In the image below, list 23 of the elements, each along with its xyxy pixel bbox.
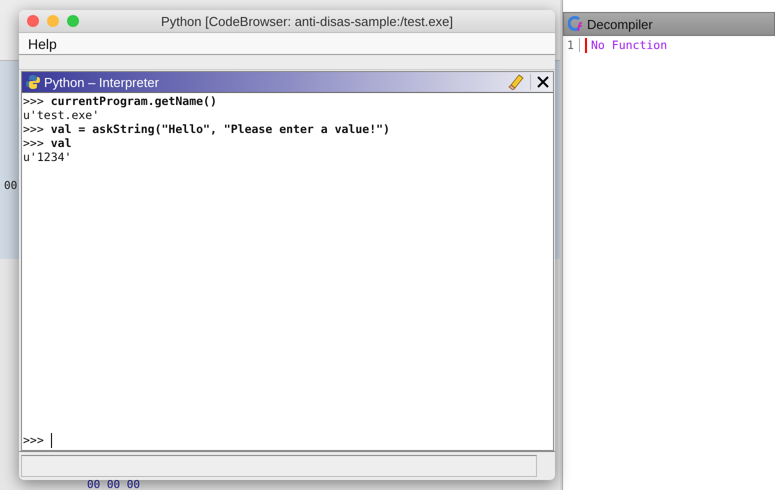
- output-text: u'1234': [23, 150, 72, 164]
- code-line: No Function: [591, 38, 668, 52]
- window-title: Python [CodeBrowser: anti-disas-sample:/test.exe]: [160, 14, 453, 28]
- menu-item[interactable]: Help: [27, 36, 58, 52]
- byte-text: 00: [4, 179, 18, 192]
- minimize-button[interactable]: [47, 15, 59, 27]
- zoom-button[interactable]: [67, 15, 79, 27]
- output-text: u'test.exe': [23, 108, 100, 122]
- panel-title: Decompiler: [587, 16, 653, 32]
- command-text: >>> currentProgram.getName(): [23, 94, 217, 108]
- decompiler-icon: [568, 16, 584, 32]
- panel-title: Python – Interpreter: [44, 74, 160, 90]
- command-text: >>> val = askString("Hello", "Please enter a value!"): [23, 122, 390, 136]
- python-logo-icon: [25, 74, 41, 90]
- byte-text: 00 00 00: [87, 479, 140, 490]
- command-text: >>> val: [23, 136, 72, 150]
- line-number: 1: [563, 38, 580, 52]
- eraser-icon[interactable]: [508, 74, 524, 90]
- close-button[interactable]: [27, 15, 39, 27]
- cursor-bar: [585, 38, 587, 52]
- close-icon[interactable]: [537, 76, 549, 88]
- text-cursor: [50, 432, 52, 448]
- console-prompt: >>>: [23, 433, 44, 447]
